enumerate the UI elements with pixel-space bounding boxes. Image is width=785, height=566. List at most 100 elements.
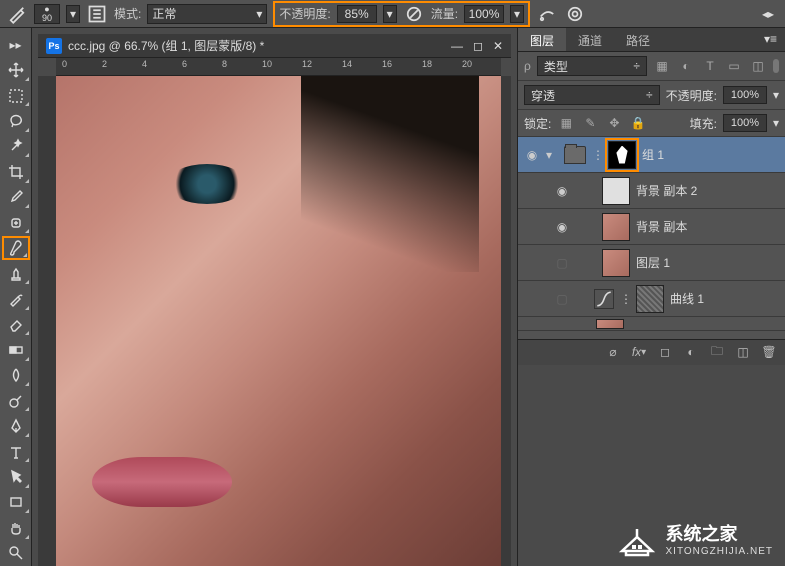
clone-stamp-tool[interactable]: [2, 262, 30, 285]
expand-group-icon[interactable]: ▾: [546, 148, 558, 162]
brush-preset-dropdown[interactable]: ▾: [66, 5, 80, 23]
filter-pixel-icon[interactable]: ▦: [653, 57, 671, 75]
lasso-tool[interactable]: [2, 109, 30, 132]
filter-adjust-icon[interactable]: ◐: [677, 57, 695, 75]
tab-paths[interactable]: 路径: [614, 28, 662, 51]
type-tool[interactable]: [2, 440, 30, 463]
crop-tool[interactable]: [2, 160, 30, 183]
zoom-tool[interactable]: [2, 542, 30, 565]
brush-preset-picker[interactable]: ●90: [34, 4, 60, 24]
new-layer-icon[interactable]: ◫: [735, 344, 751, 360]
lock-all-icon[interactable]: 🔒: [629, 114, 647, 132]
chevron-down-icon[interactable]: ▾: [773, 116, 779, 130]
path-selection-tool[interactable]: [2, 465, 30, 488]
layer-opacity-input[interactable]: 100%: [723, 86, 767, 104]
filter-type-icon[interactable]: T: [701, 57, 719, 75]
visibility-icon[interactable]: ◉: [554, 219, 570, 235]
opacity-dropdown[interactable]: ▾: [383, 5, 397, 23]
layer-thumbnail[interactable]: [596, 319, 624, 329]
vertical-scrollbar[interactable]: [501, 76, 511, 566]
mask-link-icon[interactable]: ⋮: [592, 148, 602, 162]
opacity-flow-highlight: 不透明度: 85% ▾ 流量: 100% ▾: [273, 1, 530, 27]
tab-channels[interactable]: 通道: [566, 28, 614, 51]
lock-pixels-icon[interactable]: ✎: [581, 114, 599, 132]
document-area: Ps ccc.jpg @ 66.7% (组 1, 图层蒙版/8) * — ◻ ✕…: [32, 28, 517, 566]
layer-row[interactable]: ▢ ⋮ 曲线 1: [518, 281, 785, 317]
minimize-icon[interactable]: —: [451, 39, 463, 53]
layer-thumbnail[interactable]: [602, 249, 630, 277]
airbrush-icon[interactable]: [536, 4, 558, 24]
layer-row[interactable]: ◉ 背景 副本: [518, 209, 785, 245]
layer-mask-thumbnail[interactable]: [636, 285, 664, 313]
layer-mask-thumbnail[interactable]: [608, 141, 636, 169]
layer-name[interactable]: 图层 1: [636, 254, 670, 271]
pen-tool[interactable]: [2, 414, 30, 437]
layer-row-partial[interactable]: [518, 317, 785, 331]
layer-name[interactable]: 曲线 1: [670, 290, 704, 307]
lock-transparency-icon[interactable]: ▦: [557, 114, 575, 132]
visibility-icon[interactable]: ▢: [554, 291, 570, 307]
layer-group[interactable]: ◉ ▾ ⋮ 组 1: [518, 137, 785, 173]
healing-brush-tool[interactable]: [2, 211, 30, 234]
adjustment-layer-icon[interactable]: ◐: [683, 344, 699, 360]
lock-label: 锁定:: [524, 115, 551, 132]
right-panels: 图层 通道 路径 ▾≡ ρ 类型÷ ▦ ◐ T ▭ ◫ 穿透÷ 不透明度: 10…: [517, 28, 785, 566]
canvas[interactable]: [56, 76, 501, 566]
move-tool[interactable]: [2, 58, 30, 81]
link-layers-icon[interactable]: ⌀: [605, 344, 621, 360]
expand-right-icon[interactable]: ◂▸: [757, 4, 779, 24]
panel-menu-icon[interactable]: ▾≡: [756, 28, 785, 51]
layer-thumbnail[interactable]: [602, 213, 630, 241]
hand-tool[interactable]: [2, 516, 30, 539]
visibility-icon[interactable]: ◉: [524, 147, 540, 163]
magic-wand-tool[interactable]: [2, 135, 30, 158]
rectangle-tool[interactable]: [2, 491, 30, 514]
layer-row[interactable]: ▢ 图层 1: [518, 245, 785, 281]
filter-toggle-icon[interactable]: [773, 59, 779, 73]
tab-layers[interactable]: 图层: [518, 28, 566, 51]
blend-mode-dropdown[interactable]: 正常▾: [147, 4, 267, 24]
flow-input[interactable]: 100%: [464, 5, 504, 23]
filter-kind-dropdown[interactable]: 类型÷: [537, 56, 647, 76]
horizontal-ruler[interactable]: 0 2 4 6 8 10 12 14 16 18 20 22: [56, 58, 501, 76]
gradient-tool[interactable]: [2, 338, 30, 361]
layer-row[interactable]: ◉ 背景 副本 2: [518, 173, 785, 209]
visibility-icon[interactable]: ▢: [554, 255, 570, 271]
marquee-tool[interactable]: [2, 84, 30, 107]
history-brush-tool[interactable]: [2, 287, 30, 310]
brush-size-value: 90: [42, 14, 52, 23]
dodge-tool[interactable]: [2, 389, 30, 412]
opacity-input[interactable]: 85%: [337, 5, 377, 23]
layer-blend-dropdown[interactable]: 穿透÷: [524, 85, 660, 105]
filter-shape-icon[interactable]: ▭: [725, 57, 743, 75]
mask-link-icon[interactable]: ⋮: [620, 292, 630, 306]
collapse-toolbar-icon[interactable]: ▸▸: [2, 33, 30, 56]
watermark-title: 系统之家: [666, 524, 774, 546]
filter-smart-icon[interactable]: ◫: [749, 57, 767, 75]
document-tab[interactable]: Ps ccc.jpg @ 66.7% (组 1, 图层蒙版/8) * — ◻ ✕: [38, 34, 511, 58]
brush-panel-toggle[interactable]: [86, 4, 108, 24]
layer-mask-icon[interactable]: ◻: [657, 344, 673, 360]
maximize-icon[interactable]: ◻: [473, 39, 483, 53]
vertical-ruler[interactable]: [38, 76, 56, 566]
pressure-opacity-icon[interactable]: [403, 4, 425, 24]
pressure-size-icon[interactable]: [564, 4, 586, 24]
eyedropper-tool[interactable]: [2, 186, 30, 209]
brush-tool[interactable]: [2, 236, 30, 260]
chevron-down-icon[interactable]: ▾: [773, 88, 779, 102]
search-kind-icon[interactable]: ρ: [524, 59, 531, 73]
layer-style-icon[interactable]: fx▾: [631, 344, 647, 360]
blur-tool[interactable]: [2, 364, 30, 387]
layer-name[interactable]: 背景 副本: [636, 218, 687, 235]
visibility-icon[interactable]: ◉: [554, 183, 570, 199]
eraser-tool[interactable]: [2, 313, 30, 336]
lock-position-icon[interactable]: ✥: [605, 114, 623, 132]
close-icon[interactable]: ✕: [493, 39, 503, 53]
layer-name[interactable]: 组 1: [642, 146, 664, 163]
new-group-icon[interactable]: 🗀: [709, 344, 725, 360]
layer-name[interactable]: 背景 副本 2: [636, 182, 697, 199]
delete-layer-icon[interactable]: 🗑: [761, 344, 777, 360]
flow-dropdown[interactable]: ▾: [510, 5, 524, 23]
fill-input[interactable]: 100%: [723, 114, 767, 132]
layer-thumbnail[interactable]: [602, 177, 630, 205]
